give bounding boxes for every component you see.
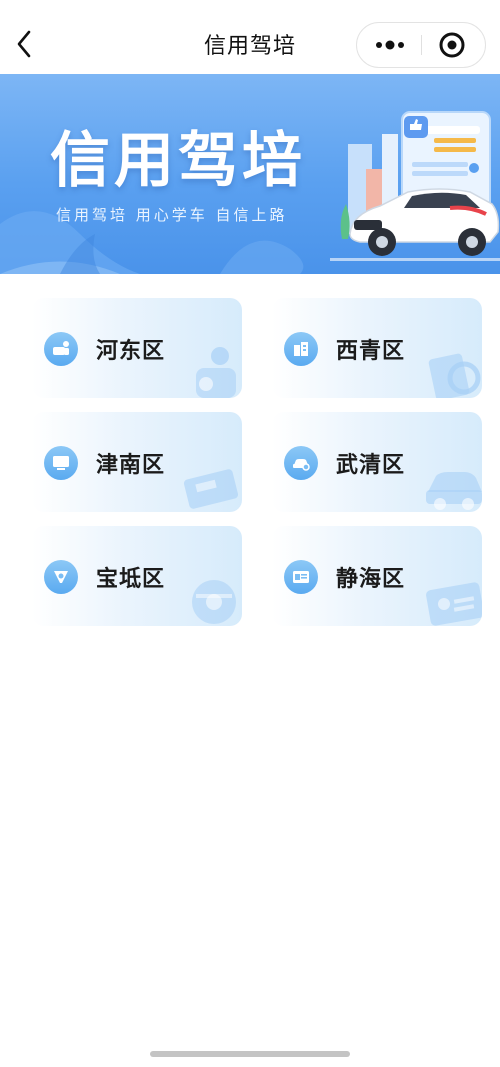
banner-title: 信用驾培 [50,126,306,196]
target-close-icon [439,32,465,58]
monitor-icon [44,446,78,480]
district-label: 武清区 [336,453,406,478]
steering-wheel-deco-icon [192,580,236,624]
more-dots-icon [376,40,404,50]
district-label: 宝坻区 [96,567,166,592]
district-card-xiqing[interactable]: 西青区 [272,298,482,398]
district-label: 河东区 [96,339,166,364]
truck-deco-icon [183,469,239,509]
id-card-deco-icon [426,582,482,626]
car-icon [284,446,318,480]
banner-subtitle: 信用驾培 用心学车 自信上路 [56,206,288,224]
more-button[interactable] [357,23,421,67]
navigation-bar: 信用驾培 [0,0,500,74]
mini-program-capsule [356,22,486,68]
district-card-wuqing[interactable]: 武清区 [272,412,482,512]
district-label: 静海区 [336,567,406,592]
person-deco-icon [196,347,236,398]
hero-banner: 信用驾培 信用驾培 用心学车 自信上路 [0,74,500,274]
building-icon [284,332,318,366]
home-indicator[interactable] [150,1051,350,1057]
district-card-baodi[interactable]: 宝坻区 [32,526,242,626]
close-mini-program-button[interactable] [422,23,486,67]
steering-wheel-icon [44,560,78,594]
id-card-icon [284,560,318,594]
steering-doc-deco-icon [428,353,481,398]
district-card-jinnan[interactable]: 津南区 [32,412,242,512]
car-person-icon [44,332,78,366]
district-card-hedong[interactable]: 河东区 [32,298,242,398]
district-card-jinghai[interactable]: 静海区 [272,526,482,626]
car-deco-icon [426,472,482,510]
car-illustration [330,111,500,261]
district-label: 西青区 [336,339,406,364]
district-label: 津南区 [96,453,166,478]
